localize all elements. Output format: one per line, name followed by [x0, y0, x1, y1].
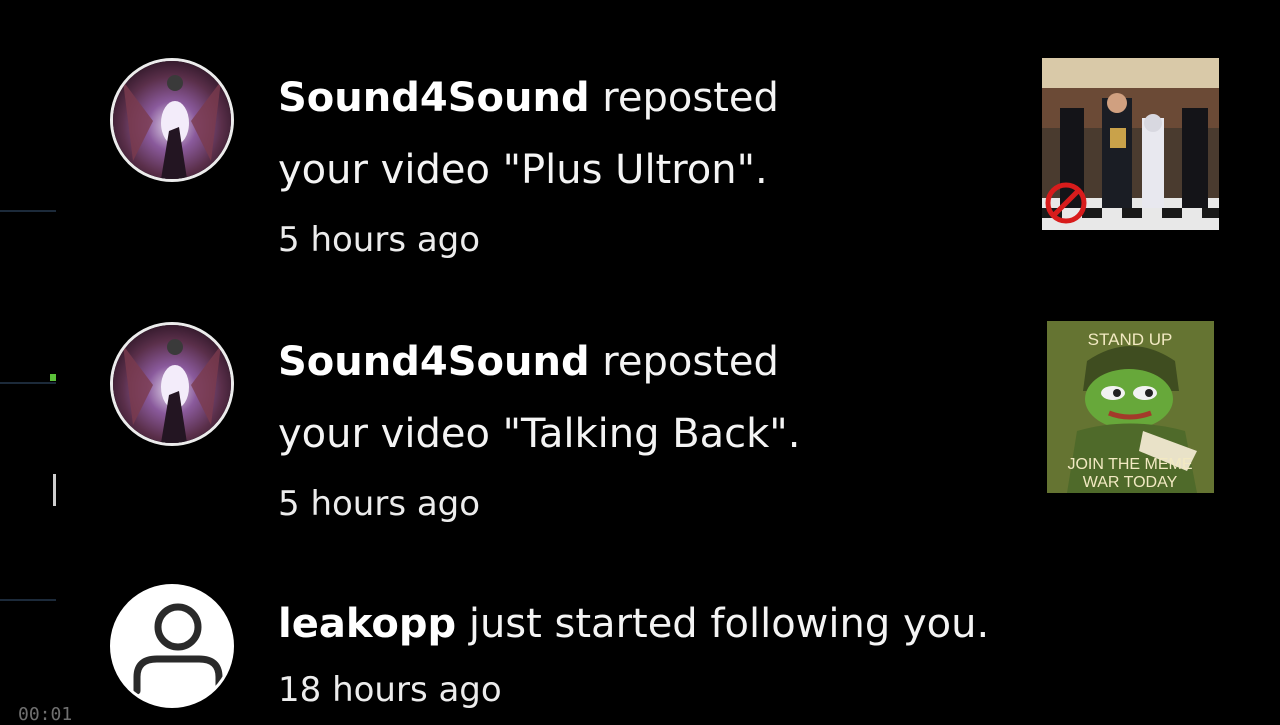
default-user-icon[interactable] — [110, 584, 234, 708]
notification-text: Sound4Sound reposted your video "Plus Ul… — [278, 62, 1058, 270]
username-link[interactable]: Sound4Sound — [278, 339, 590, 385]
notification-detail: your video "Talking Back". — [278, 411, 801, 457]
thumbnail-caption-bottom: WAR TODAY — [1083, 474, 1178, 491]
notification-time: 18 hours ago — [278, 670, 502, 710]
progress-marker — [50, 374, 56, 381]
thumbnail-caption-top: STAND UP — [1088, 330, 1173, 349]
ceremony-photo-thumbnail[interactable] — [1042, 58, 1219, 230]
notification-detail: your video "Plus Ultron". — [278, 147, 768, 193]
left-edge-divider — [0, 210, 56, 212]
notification-text: Sound4Sound reposted your video "Talking… — [278, 326, 1058, 534]
left-edge-divider — [0, 382, 56, 384]
notification-message: Sound4Sound reposted your video "Plus Ul… — [278, 62, 1058, 206]
notification-time: 5 hours ago — [278, 220, 481, 260]
notification-action: reposted — [589, 339, 779, 385]
video-timecode: 00:01 — [18, 704, 73, 725]
username-link[interactable]: Sound4Sound — [278, 75, 590, 121]
notification-time: 5 hours ago — [278, 484, 481, 524]
notification-text: leakopp just started following you. 18 h… — [278, 588, 1178, 720]
hooded-figure-avatar[interactable] — [110, 58, 234, 182]
notification-action: reposted — [589, 75, 779, 121]
notification-message: leakopp just started following you. — [278, 588, 1178, 660]
hooded-figure-avatar[interactable] — [110, 322, 234, 446]
username-link[interactable]: leakopp — [278, 601, 456, 647]
scroll-indicator[interactable] — [53, 474, 56, 506]
notification-message: Sound4Sound reposted your video "Talking… — [278, 326, 1058, 470]
thumbnail-caption-bottom: JOIN THE MEME — [1067, 456, 1192, 473]
pepe-meme-thumbnail[interactable]: STAND UP JOIN THE MEME WAR TODAY — [1047, 321, 1214, 493]
left-edge-divider — [0, 599, 56, 601]
notification-action: just started following you. — [456, 601, 990, 647]
